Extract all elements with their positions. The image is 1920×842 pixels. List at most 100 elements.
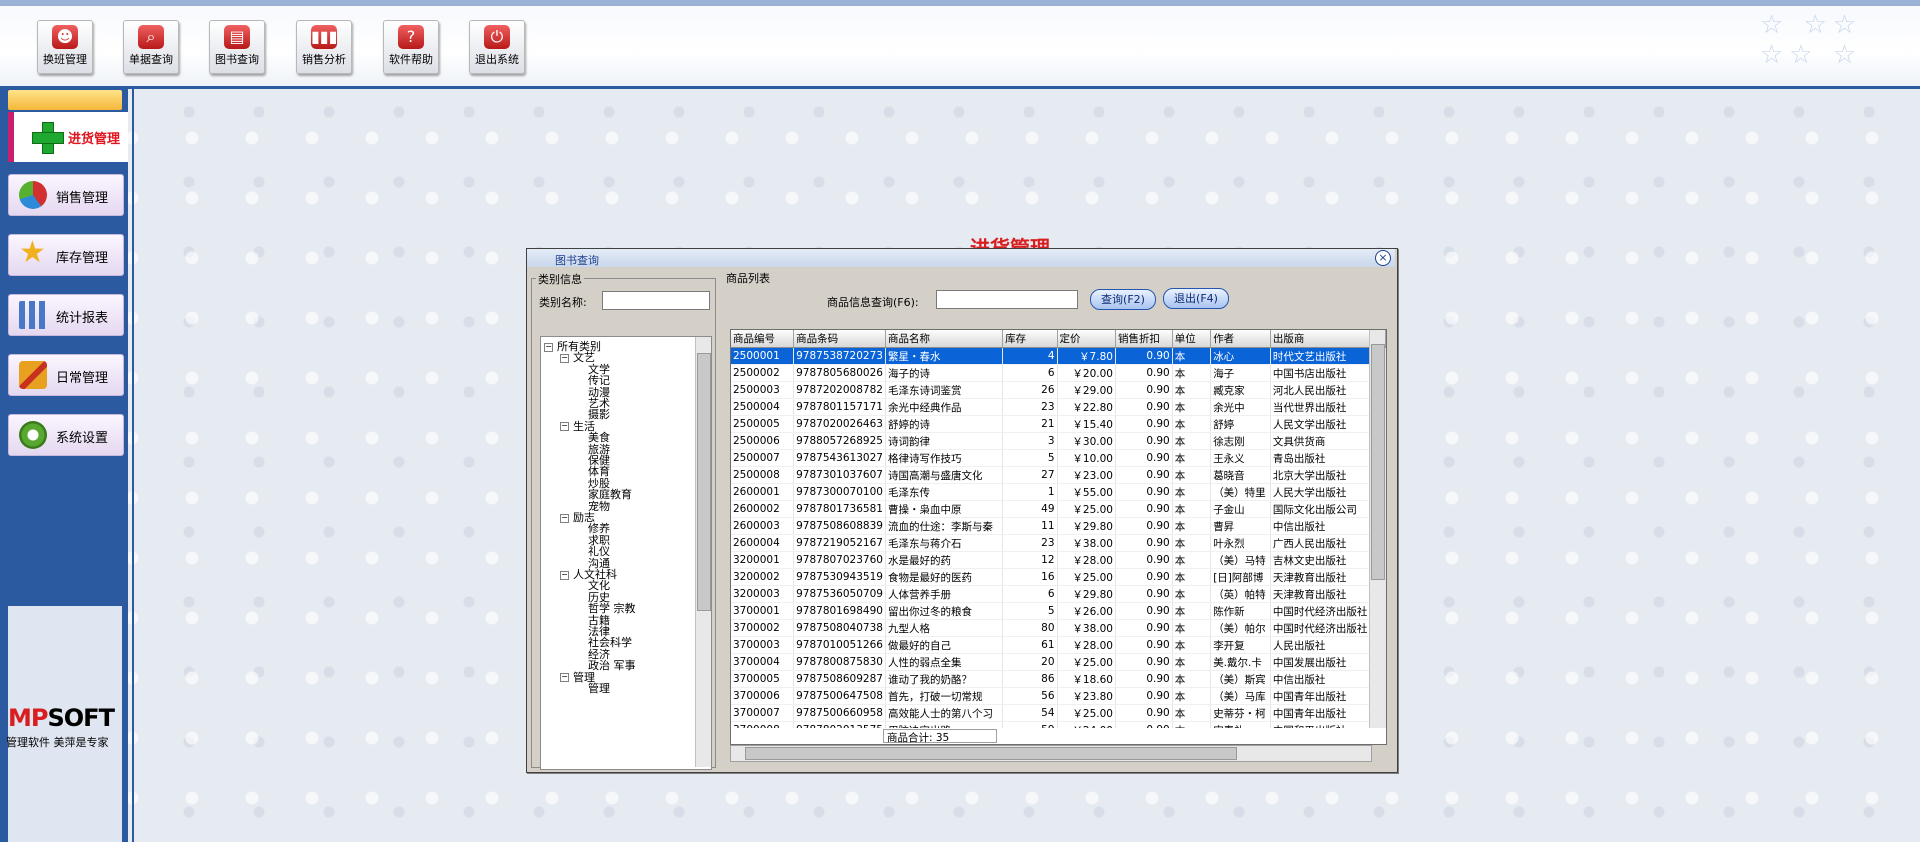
collapse-toggle-icon[interactable]: − (544, 342, 553, 352)
column-header[interactable]: 销售折扣 (1115, 330, 1173, 348)
table-row[interactable]: 3200003 9787536050709 人体营养手册 6 ￥29.80 0.90 本（英… (731, 585, 1386, 603)
sales-analysis-button[interactable]: ▮▮▮ 销售分析 (296, 20, 352, 74)
table-row[interactable]: 2600004 9787219052167 毛泽东与蒋介石 23 ￥38.00 0.90 本… (731, 534, 1386, 552)
table-row[interactable]: 3700005 9787508609287 谁动了我的奶酪？ 86 ￥18.60 0.90… (731, 670, 1386, 688)
table-row[interactable]: 3700003 9787010051266 做最好的自己 61 ￥28.00 0.90 本李… (731, 636, 1386, 654)
table-row[interactable]: 3200002 9787530943519 食物是最好的医药 16 ￥25.00 0.90… (731, 568, 1386, 586)
exit-button[interactable]: 退出(F4) (1163, 288, 1229, 309)
table-cell: 人民文学出版社 (1270, 415, 1371, 433)
table-row[interactable]: 3700001 9787801698490 留出你过冬的粮食 5 ￥26.00 0.90 本… (731, 602, 1386, 620)
table-row[interactable]: 2600001 9787300070100 毛泽东传 1 ￥55.00 0.90 本（美）特… (731, 483, 1386, 501)
collapse-toggle-icon[interactable]: − (560, 673, 569, 683)
table-cell: 本 (1172, 602, 1212, 620)
table-cell: 本 (1172, 347, 1212, 365)
table-cell: 3200003 (731, 585, 795, 603)
table-row[interactable]: 3700002 9787508040738 九型人格 80 ￥38.00 0.90 本（美）… (731, 619, 1386, 637)
table-row[interactable]: 3700004 9787800875830 人性的弱点全集 20 ￥25.00 0.90 本… (731, 653, 1386, 671)
table-cell: 天津教育出版社 (1270, 568, 1371, 586)
product-search-input[interactable] (936, 290, 1078, 309)
table-cell: 2600004 (731, 534, 795, 552)
category-group: 类别信息 类别名称: − 所有类别 − 文艺 文学 传记 动漫 艺术 摄影 − 生活 美食 旅游 保健 体育… (531, 271, 716, 770)
table-row[interactable]: 3700006 9787500647508 首先，打破一切常规 56 ￥23.80 0.9… (731, 687, 1386, 705)
table-cell: 本 (1172, 704, 1212, 722)
table-cell: 格律诗写作技巧 (885, 449, 1004, 467)
tree-node[interactable]: 管理 (588, 680, 610, 696)
table-row[interactable]: 2500005 9787020026463 舒婷的诗 21 ￥15.40 0.90 本舒婷人… (731, 415, 1386, 433)
table-row[interactable]: 3700007 9787500660958 高效能人士的第八个习 54 ￥25.00 0.… (731, 704, 1386, 722)
sidebar-item-statistics-report[interactable]: 统计报表 (8, 294, 124, 336)
close-icon[interactable]: × (1375, 250, 1391, 266)
table-cell: 繁星・春水 (885, 347, 1004, 365)
query-button[interactable]: 查询(F2) (1090, 289, 1156, 310)
dialog-titlebar[interactable]: 图书查询 × (527, 249, 1395, 267)
table-cell: ￥28.00 (1057, 551, 1116, 569)
table-cell: 诗词韵律 (885, 432, 1004, 450)
table-cell: 冰心 (1210, 347, 1271, 365)
table-cell: 高效能人士的第八个习 (885, 704, 1004, 722)
table-cell: 舒婷 (1210, 415, 1271, 433)
table-row[interactable]: 2600002 9787801736581 曹操・枭血中原 49 ￥25.00 0.90 本… (731, 500, 1386, 518)
table-cell: 0.90 (1115, 517, 1173, 535)
dialog-title: 图书查询 (555, 254, 599, 267)
table-cell: 5 (1002, 449, 1058, 467)
column-header[interactable]: 商品编号 (731, 330, 795, 348)
sidebar-item-label: 销售管理 (56, 191, 109, 206)
collapse-toggle-icon[interactable]: − (560, 570, 569, 580)
product-count: 商品合计: 35 (883, 729, 997, 744)
exit-system-button[interactable]: ⏻ 退出系统 (469, 20, 525, 74)
table-cell: 海子 (1210, 364, 1271, 382)
table-cell: 6 (1002, 585, 1058, 603)
table-row[interactable]: 2500006 9788057268925 诗词韵律 3 ￥30.00 0.90 本徐志刚文… (731, 432, 1386, 450)
table-row[interactable]: 3200001 9787807023760 水是最好的药 12 ￥28.00 0.90 本（… (731, 551, 1386, 569)
sidebar-item-system-settings[interactable]: 系统设置 (8, 414, 124, 456)
table-row[interactable]: 2500001 9787538720273 繁星・春水 4 ￥7.80 0.90 本冰心 时代… (731, 347, 1386, 365)
table-cell: 0.90 (1115, 704, 1173, 722)
table-row[interactable]: 2500008 9787301037607 诗国高潮与盛唐文化 27 ￥23.00 0.9… (731, 466, 1386, 484)
table-vertical-scrollbar[interactable] (1369, 330, 1385, 728)
table-cell: 毛泽东与蒋介石 (885, 534, 1004, 552)
table-cell: 海子的诗 (885, 364, 1004, 382)
table-row[interactable]: 2500004 9787801157171 余光中经典作品 23 ￥22.80 0.90 本… (731, 398, 1386, 416)
sidebar-item-inventory-management[interactable]: ★ 库存管理 (8, 234, 124, 276)
table-cell: 本 (1172, 483, 1212, 501)
column-header[interactable]: 作者 (1210, 330, 1271, 348)
column-header[interactable]: 单位 (1172, 330, 1212, 348)
table-cell: 61 (1002, 636, 1058, 654)
table-horizontal-scrollbar[interactable] (730, 745, 1372, 762)
shift-management-button[interactable]: ☻ 换班管理 (37, 20, 93, 74)
column-header[interactable]: 定价 (1057, 330, 1116, 348)
table-cell: 23 (1002, 398, 1058, 416)
table-cell: 臧克家 (1210, 381, 1271, 399)
table-row[interactable]: 2500002 9787805680026 海子的诗 6 ￥20.00 0.90 本海子 中国… (731, 364, 1386, 382)
tree-scrollbar-thumb[interactable] (697, 353, 711, 611)
column-header[interactable]: 商品名称 (885, 330, 1004, 348)
table-row[interactable]: 2600003 9787508608839 流血的仕途：李斯与秦 11 ￥29.80 0.… (731, 517, 1386, 535)
document-query-button[interactable]: ⌕ 单据查询 (123, 20, 179, 74)
sidebar-item-purchase-management[interactable]: 进货管理 (8, 112, 128, 162)
table-cell: ￥29.80 (1057, 517, 1116, 535)
table-row[interactable]: 2500007 9787543613027 格律诗写作技巧 5 ￥10.00 0.90 本王… (731, 449, 1386, 467)
sidebar-item-sales-management[interactable]: 销售管理 (8, 174, 124, 216)
collapse-toggle-icon[interactable]: − (560, 353, 569, 363)
category-name-input[interactable] (602, 291, 710, 310)
collapse-toggle-icon[interactable]: − (560, 513, 569, 523)
table-cell: 中国书店出版社 (1270, 364, 1371, 382)
column-header[interactable]: 出版商 (1270, 330, 1371, 348)
book-query-button[interactable]: ▤ 图书查询 (209, 20, 265, 74)
table-row[interactable]: 2500003 9787202008782 毛泽东诗词鉴赏 26 ￥29.00 0.90 本… (731, 381, 1386, 399)
collapse-toggle-icon[interactable]: − (560, 422, 569, 432)
table-scrollbar-thumb[interactable] (1371, 344, 1385, 580)
table-cell: 流血的仕途：李斯与秦 (885, 517, 1004, 535)
table-cell: 9787801157171 (793, 398, 886, 416)
category-group-title: 类别信息 (536, 271, 584, 287)
table-cell: 2500007 (731, 449, 795, 467)
table-cell: 9787801736581 (793, 500, 886, 518)
table-cell: 本 (1172, 432, 1212, 450)
tree-node[interactable]: 政治 军事 (588, 657, 636, 673)
software-help-button[interactable]: ? 软件帮助 (383, 20, 439, 74)
column-header[interactable]: 库存 (1002, 330, 1058, 348)
column-header[interactable]: 商品条码 (793, 330, 886, 348)
sidebar-item-daily-management[interactable]: 日常管理 (8, 354, 124, 396)
tree-scrollbar[interactable] (695, 337, 711, 767)
table-hscroll-thumb[interactable] (745, 747, 1237, 760)
